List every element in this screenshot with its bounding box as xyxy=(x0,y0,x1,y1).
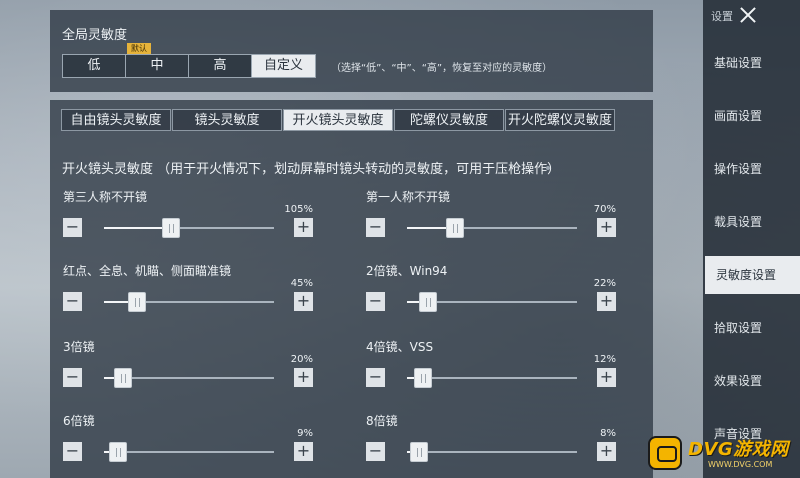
slider-track[interactable] xyxy=(104,368,274,388)
increase-button[interactable]: + xyxy=(597,368,616,387)
menu-item-controls[interactable]: 操作设置 xyxy=(703,150,800,188)
slider-thumb[interactable] xyxy=(161,218,180,238)
decrease-button[interactable]: − xyxy=(366,368,385,387)
settings-menu: 设置 基础设置 画面设置 操作设置 载具设置 灵敏度设置 拾取设置 效果设置 声… xyxy=(703,0,800,478)
decrease-button[interactable]: − xyxy=(63,218,82,237)
watermark-brand: DVG游戏网 xyxy=(688,439,789,460)
slider-label: 第三人称不开镜 xyxy=(63,190,148,204)
slider-thumb[interactable] xyxy=(109,442,128,462)
close-icon[interactable] xyxy=(739,6,757,24)
slider-value: 20% xyxy=(290,354,313,365)
tab-camera[interactable]: 镜头灵敏度 xyxy=(172,109,282,131)
slider-track[interactable] xyxy=(407,368,577,388)
increase-button[interactable]: + xyxy=(294,368,313,387)
slider-track[interactable] xyxy=(407,218,577,238)
sensitivity-slider: 8倍镜 8% − + xyxy=(366,412,616,472)
tab-gyroscope[interactable]: 陀螺仪灵敏度 xyxy=(394,109,504,131)
info-dot xyxy=(546,166,550,170)
global-hint: （选择“低”、“中”、“高”，恢复至对应的灵敏度） xyxy=(331,63,553,74)
sensitivity-slider: 3倍镜 20% − + xyxy=(63,338,313,398)
sensitivity-slider: 红点、全息、机瞄、侧面瞄准镜 45% − + xyxy=(63,262,313,322)
option-low[interactable]: 低 xyxy=(63,55,126,77)
slider-label: 4倍镜、VSS xyxy=(366,340,434,354)
slider-track[interactable] xyxy=(104,292,274,312)
gamepad-icon xyxy=(648,436,682,470)
decrease-button[interactable]: − xyxy=(63,292,82,311)
slider-track[interactable] xyxy=(104,442,274,462)
sensitivity-slider: 第一人称不开镜 70% − + xyxy=(366,188,616,248)
menu-item-graphics[interactable]: 画面设置 xyxy=(703,97,800,135)
increase-button[interactable]: + xyxy=(294,218,313,237)
slider-label: 8倍镜 xyxy=(366,414,398,428)
slider-value: 12% xyxy=(593,354,616,365)
slider-value: 9% xyxy=(297,428,313,439)
menu-item-vehicle[interactable]: 载具设置 xyxy=(703,203,800,241)
slider-label: 第一人称不开镜 xyxy=(366,190,451,204)
slider-thumb[interactable] xyxy=(418,292,437,312)
slider-thumb[interactable] xyxy=(410,442,429,462)
slider-value: 8% xyxy=(600,428,616,439)
slider-fill xyxy=(104,227,171,229)
option-high[interactable]: 高 xyxy=(189,55,252,77)
section-description: 开火镜头灵敏度 （用于开火情况下，划动屏幕时镜头转动的灵敏度，可用于压枪操作） xyxy=(62,162,561,177)
sensitivity-slider: 2倍镜、Win94 22% − + xyxy=(366,262,616,322)
slider-track[interactable] xyxy=(407,442,577,462)
slider-label: 3倍镜 xyxy=(63,340,95,354)
option-custom[interactable]: 自定义 xyxy=(252,55,315,77)
sensitivity-slider: 第三人称不开镜 105% − + xyxy=(63,188,313,248)
slider-thumb[interactable] xyxy=(127,292,146,312)
decrease-button[interactable]: − xyxy=(63,368,82,387)
option-medium[interactable]: 中 xyxy=(126,55,189,77)
sensitivity-tabs: 自由镜头灵敏度 镜头灵敏度 开火镜头灵敏度 陀螺仪灵敏度 开火陀螺仪灵敏度 xyxy=(61,109,616,131)
slider-thumb[interactable] xyxy=(114,368,133,388)
slider-track[interactable] xyxy=(104,218,274,238)
watermark-logo: DVG游戏网 WWW.DVG.COM xyxy=(648,434,798,474)
slider-value: 105% xyxy=(284,204,313,215)
menu-header: 设置 xyxy=(703,0,800,30)
slider-thumb[interactable] xyxy=(446,218,465,238)
increase-button[interactable]: + xyxy=(294,442,313,461)
slider-value: 70% xyxy=(593,204,616,215)
menu-item-pickup[interactable]: 拾取设置 xyxy=(703,309,800,347)
tab-fire-camera[interactable]: 开火镜头灵敏度 xyxy=(283,109,393,131)
decrease-button[interactable]: − xyxy=(63,442,82,461)
global-sensitivity-title: 全局灵敏度 xyxy=(62,28,128,43)
menu-item-basic[interactable]: 基础设置 xyxy=(703,44,800,82)
default-badge: 默认 xyxy=(127,43,151,54)
increase-button[interactable]: + xyxy=(597,218,616,237)
tab-fire-gyroscope[interactable]: 开火陀螺仪灵敏度 xyxy=(505,109,615,131)
slider-label: 红点、全息、机瞄、侧面瞄准镜 xyxy=(63,264,232,278)
slider-track[interactable] xyxy=(407,292,577,312)
sensitivity-slider: 6倍镜 9% − + xyxy=(63,412,313,472)
slider-value: 22% xyxy=(593,278,616,289)
slider-thumb[interactable] xyxy=(413,368,432,388)
increase-button[interactable]: + xyxy=(597,442,616,461)
menu-item-effects[interactable]: 效果设置 xyxy=(703,362,800,400)
slider-label: 2倍镜、Win94 xyxy=(366,264,448,278)
increase-button[interactable]: + xyxy=(294,292,313,311)
decrease-button[interactable]: − xyxy=(366,218,385,237)
increase-button[interactable]: + xyxy=(597,292,616,311)
slider-value: 45% xyxy=(290,278,313,289)
menu-header-title: 设置 xyxy=(711,10,733,23)
sensitivity-slider: 4倍镜、VSS 12% − + xyxy=(366,338,616,398)
decrease-button[interactable]: − xyxy=(366,292,385,311)
menu-item-sensitivity[interactable]: 灵敏度设置 xyxy=(705,256,800,294)
decrease-button[interactable]: − xyxy=(366,442,385,461)
tab-free-camera[interactable]: 自由镜头灵敏度 xyxy=(61,109,171,131)
watermark-url: WWW.DVG.COM xyxy=(708,460,773,469)
slider-label: 6倍镜 xyxy=(63,414,95,428)
global-sensitivity-selector: 低 中 高 自定义 xyxy=(62,54,316,78)
